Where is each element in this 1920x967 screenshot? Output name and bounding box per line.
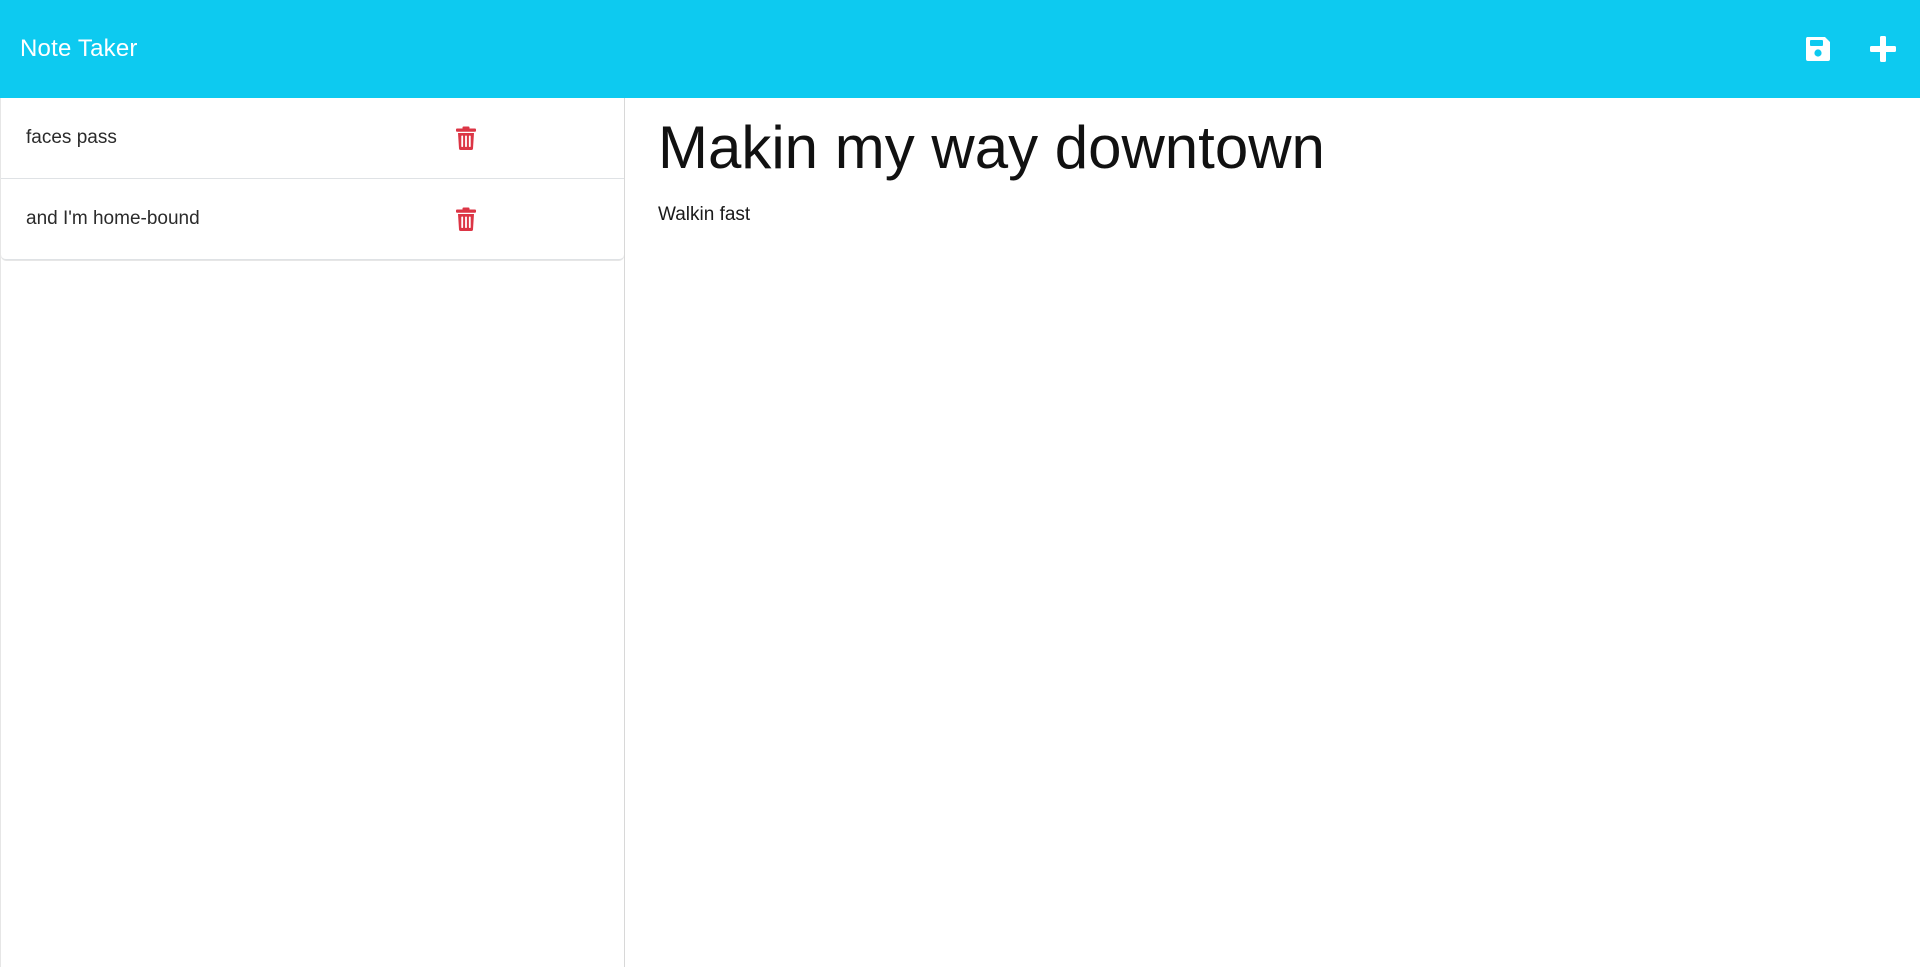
new-note-button[interactable] xyxy=(1868,34,1898,64)
notes-sidebar: faces pass and I'm home-bound xyxy=(0,98,625,967)
note-title[interactable]: faces pass xyxy=(26,127,117,149)
floppy-disk-icon xyxy=(1805,37,1830,61)
trash-icon xyxy=(456,207,476,231)
delete-note-button[interactable] xyxy=(454,124,478,152)
note-title[interactable]: and I'm home-bound xyxy=(26,208,200,230)
toolbar xyxy=(1803,34,1898,64)
save-note-button[interactable] xyxy=(1803,34,1833,64)
plus-icon xyxy=(1870,36,1896,62)
delete-note-button[interactable] xyxy=(454,205,478,233)
app-title[interactable]: Note Taker xyxy=(20,35,138,63)
trash-icon xyxy=(456,126,476,150)
list-item[interactable]: and I'm home-bound xyxy=(1,179,624,260)
note-editor: Makin my way downtown Walkin fast xyxy=(626,98,1920,967)
note-list: faces pass and I'm home-bound xyxy=(1,98,624,260)
navbar: Note Taker xyxy=(0,0,1920,98)
note-text-field[interactable]: Walkin fast xyxy=(658,204,1888,226)
note-title-field[interactable]: Makin my way downtown xyxy=(658,112,1888,184)
list-item[interactable]: faces pass xyxy=(1,98,624,179)
